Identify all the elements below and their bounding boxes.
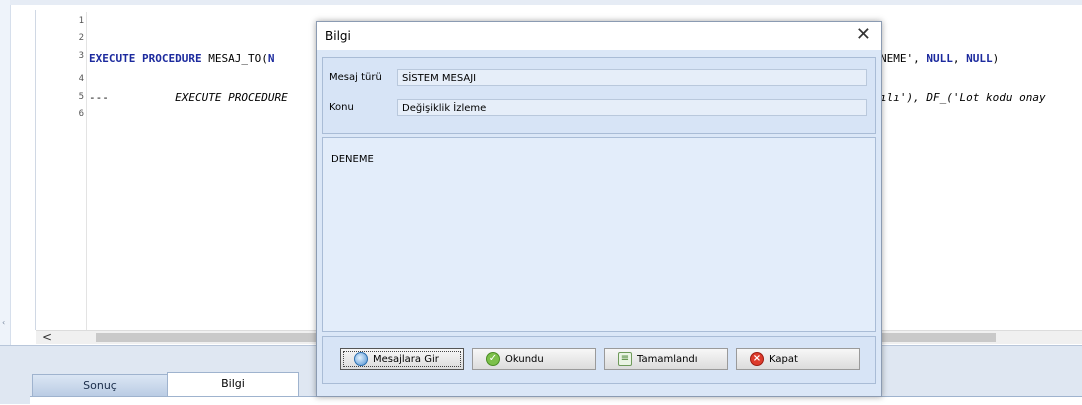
top-strip xyxy=(10,0,1082,5)
subject-field: Değişiklik İzleme xyxy=(397,99,867,116)
left-panel-edge: ‹ xyxy=(0,0,11,403)
code-line-3-left: EXECUTE PROCEDURE MESAJ_TO(N xyxy=(89,52,274,65)
code-text: MESAJ_TO( xyxy=(201,52,268,65)
close-red-icon: × xyxy=(750,352,764,366)
code-text: , xyxy=(952,52,967,65)
keyword: N xyxy=(267,52,275,65)
dialog-title: Bilgi xyxy=(325,29,351,43)
keyword: EXECUTE PROCEDURE xyxy=(89,52,202,65)
tab-sonuc[interactable]: Sonuç xyxy=(32,374,168,397)
tab-panel xyxy=(30,396,1082,405)
info-dialog: Bilgi ✕ Mesaj türü SİSTEM MESAJI Konu De… xyxy=(316,21,882,397)
line-number: 4 xyxy=(78,74,84,84)
dialog-button-bar: Mesajlara Gir ✓ Okundu ≡ Tamamlandı × Ka… xyxy=(322,336,876,384)
button-label: Mesajlara Gir xyxy=(373,354,439,365)
keyword: NULL xyxy=(966,52,993,65)
scroll-left-icon[interactable]: < xyxy=(42,330,52,344)
comment-dashes: --- xyxy=(89,91,109,104)
collapse-arrow-icon[interactable]: ‹ xyxy=(2,318,5,327)
code-line-5-right: ılı'), DF_('Lot kodu onay xyxy=(880,91,1046,104)
close-icon[interactable]: ✕ xyxy=(856,24,871,45)
line-number: 2 xyxy=(78,33,84,43)
line-number: 1 xyxy=(78,16,84,26)
message-text: DENEME xyxy=(331,154,374,165)
close-button[interactable]: × Kapat xyxy=(736,348,860,370)
message-type-field: SİSTEM MESAJI xyxy=(397,69,867,86)
check-icon: ✓ xyxy=(486,352,500,366)
subject-label: Konu xyxy=(329,102,354,113)
message-header-panel: Mesaj türü SİSTEM MESAJI Konu Değişiklik… xyxy=(322,57,876,134)
code-text: ) xyxy=(992,52,1000,65)
tab-bilgi[interactable]: Bilgi xyxy=(167,372,299,397)
line-number: 6 xyxy=(78,109,84,119)
code-line-5-left: --- EXECUTE PROCEDURE xyxy=(89,91,288,104)
line-number: 3 xyxy=(78,51,84,61)
complete-icon: ≡ xyxy=(618,352,632,366)
completed-button[interactable]: ≡ Tamamlandı xyxy=(604,348,728,370)
button-label: Kapat xyxy=(769,354,798,365)
button-label: Okundu xyxy=(505,354,544,365)
message-type-label: Mesaj türü xyxy=(329,72,382,83)
keyword: NULL xyxy=(926,52,953,65)
message-body-panel[interactable]: DENEME xyxy=(322,137,876,332)
go-to-messages-button[interactable]: Mesajlara Gir xyxy=(340,348,464,370)
code-line-3-right: NEME', NULL, NULL) xyxy=(880,52,999,65)
dialog-titlebar: Bilgi ✕ xyxy=(317,22,881,50)
button-label: Tamamlandı xyxy=(637,354,698,365)
code-text: NEME', xyxy=(880,52,927,65)
messages-icon xyxy=(354,352,368,366)
line-number: 5 xyxy=(78,92,84,102)
mark-read-button[interactable]: ✓ Okundu xyxy=(472,348,596,370)
comment-text: EXECUTE PROCEDURE xyxy=(175,91,288,104)
